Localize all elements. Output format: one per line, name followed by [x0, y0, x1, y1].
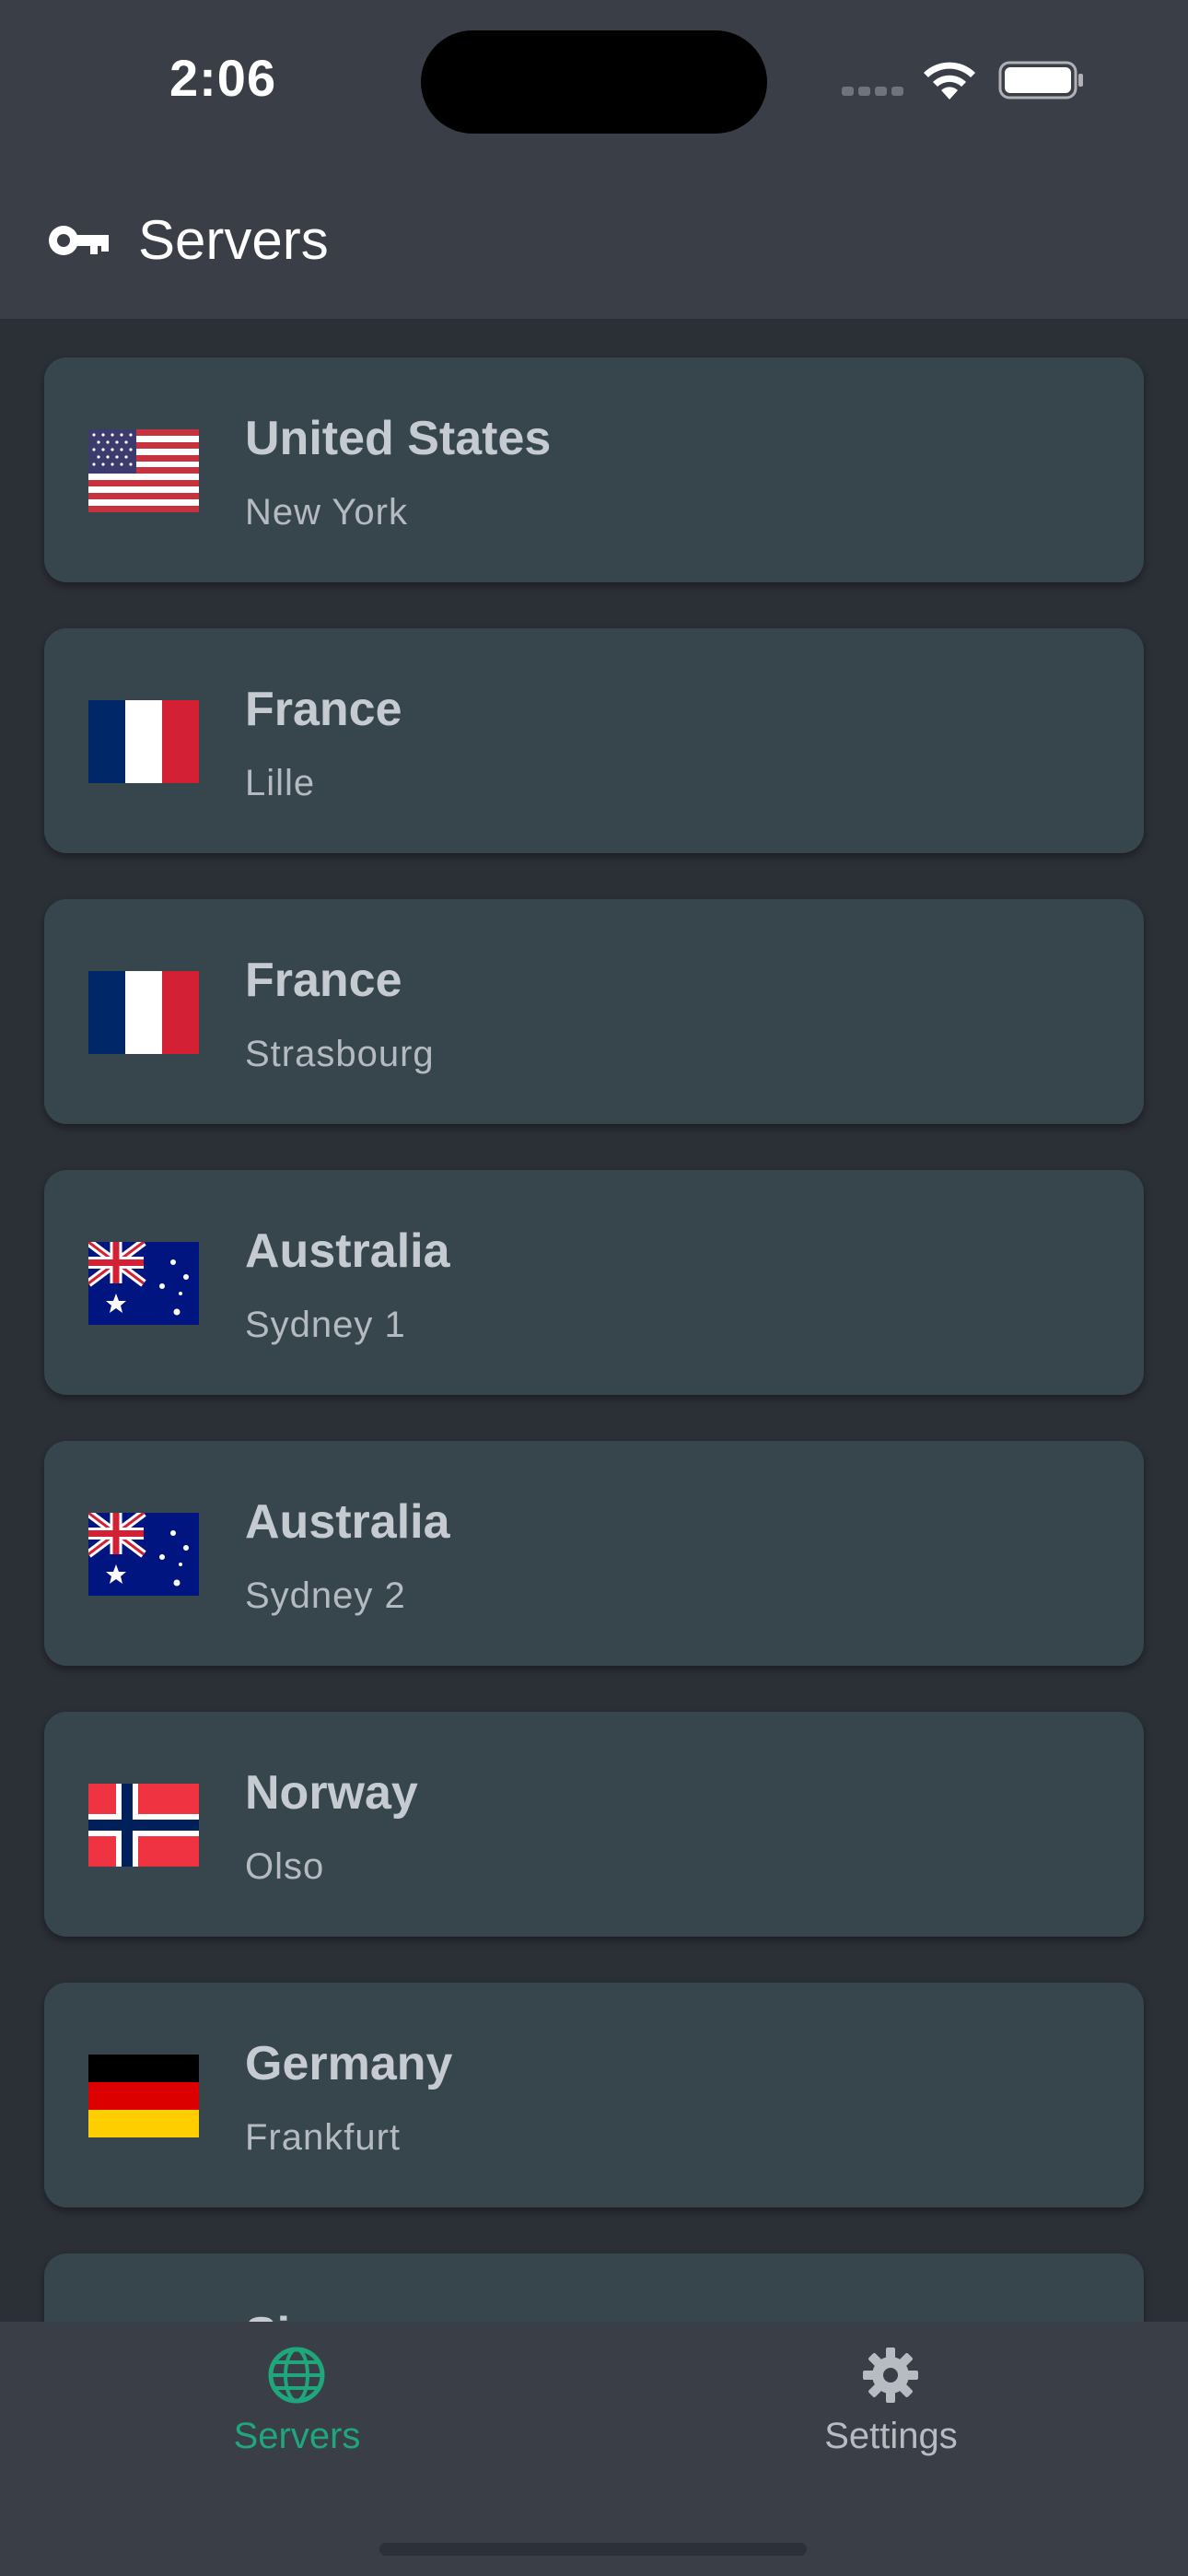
norway-flag-icon	[88, 1784, 199, 1867]
server-country: France	[245, 954, 402, 1007]
france-flag-icon	[88, 971, 199, 1054]
server-city: Olso	[245, 1846, 325, 1887]
australia-flag-icon	[88, 1242, 199, 1325]
server-city: Sydney 2	[245, 1575, 406, 1616]
dynamic-island	[421, 30, 767, 134]
server-card-france-lille[interactable]: France Lille	[44, 628, 1144, 853]
page-title: Servers	[138, 209, 329, 271]
tab-bar: Servers Settings	[0, 2322, 1188, 2576]
server-country: Australia	[245, 1495, 450, 1549]
server-city: New York	[245, 492, 408, 533]
server-country: France	[245, 683, 402, 736]
server-city: Strasbourg	[245, 1034, 435, 1074]
wifi-icon	[924, 62, 975, 100]
server-card-australia-sydney-2[interactable]: Australia Sydney 2	[44, 1441, 1144, 1666]
battery-icon	[998, 61, 1083, 100]
globe-icon	[268, 2347, 325, 2404]
server-list[interactable]: United States New York France Lille Fran…	[0, 319, 1188, 2322]
app-bar: Servers	[0, 162, 1188, 319]
server-country: United States	[245, 412, 552, 465]
status-bar: 2:06	[0, 0, 1188, 162]
server-card-france-strasbourg[interactable]: France Strasbourg	[44, 899, 1144, 1124]
server-country: Singapore	[245, 2307, 479, 2322]
server-city: Lille	[245, 763, 316, 803]
tab-servers-label: Servers	[233, 2416, 361, 2456]
server-card-singapore[interactable]: Singapore	[44, 2254, 1144, 2322]
server-city: Sydney 1	[245, 1305, 406, 1345]
germany-flag-icon	[88, 2055, 199, 2137]
server-country: Germany	[245, 2037, 453, 2090]
server-card-australia-sydney-1[interactable]: Australia Sydney 1	[44, 1170, 1144, 1395]
tab-settings[interactable]: Settings	[594, 2322, 1188, 2506]
tab-servers[interactable]: Servers	[0, 2322, 594, 2506]
cellular-signal-icon	[842, 87, 904, 98]
tab-settings-label: Settings	[824, 2416, 958, 2456]
us-flag-icon	[88, 429, 199, 512]
server-country: Norway	[245, 1766, 418, 1820]
gear-icon	[863, 2348, 918, 2403]
server-city: Frankfurt	[245, 2117, 402, 2158]
australia-flag-icon	[88, 1513, 199, 1596]
server-card-germany-frankfurt[interactable]: Germany Frankfurt	[44, 1983, 1144, 2207]
server-card-united-states-new-york[interactable]: United States New York	[44, 357, 1144, 582]
status-time: 2:06	[169, 49, 277, 107]
key-icon	[49, 226, 109, 255]
france-flag-icon	[88, 700, 199, 783]
home-indicator	[379, 2543, 807, 2556]
server-country: Australia	[245, 1224, 450, 1278]
server-card-norway-olso[interactable]: Norway Olso	[44, 1712, 1144, 1937]
